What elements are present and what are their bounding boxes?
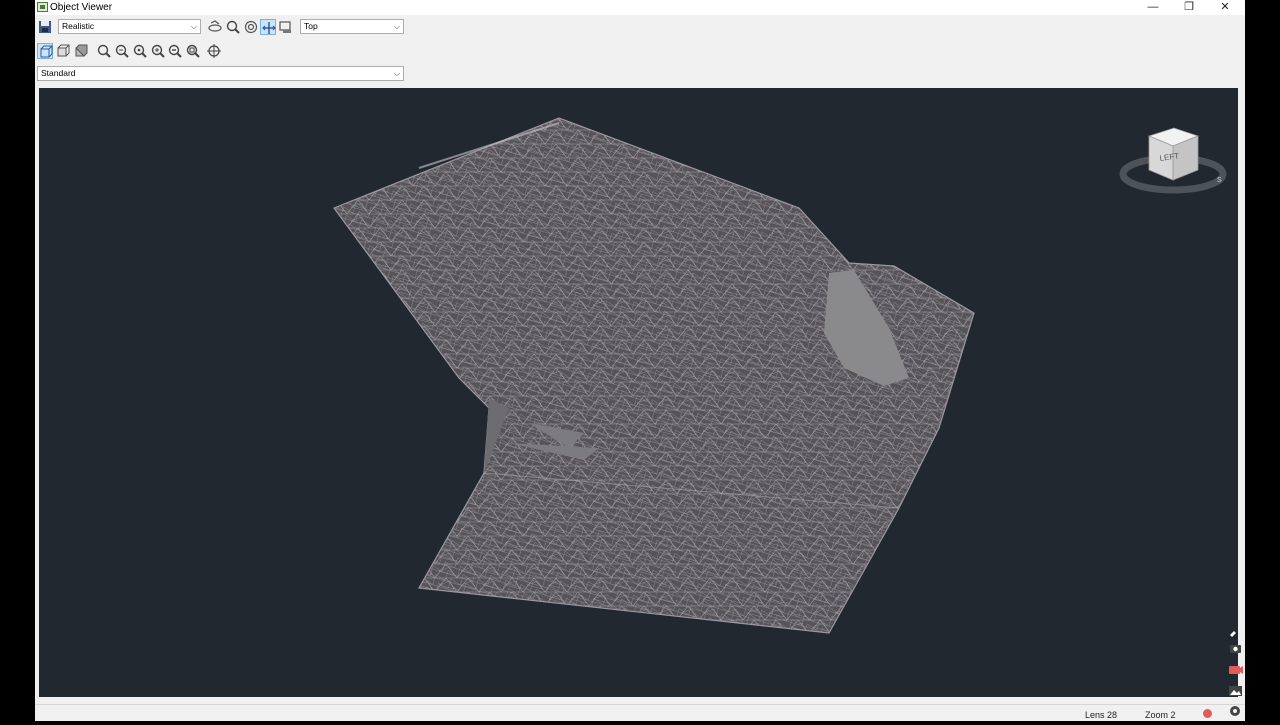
side-tool-strip xyxy=(1226,628,1244,720)
chevron-down-icon: ⌵ xyxy=(393,69,400,78)
viewcube[interactable]: LEFT S xyxy=(1119,127,1227,194)
minimize-button[interactable]: — xyxy=(1135,0,1171,15)
lens-status: Lens 28 xyxy=(1085,710,1118,720)
center-target-icon[interactable] xyxy=(206,43,222,59)
wireframe-box-icon[interactable] xyxy=(37,43,53,59)
shaded-box-icon[interactable] xyxy=(55,43,71,59)
window-title: Object Viewer xyxy=(50,2,113,13)
record-indicator xyxy=(1203,709,1212,718)
zoom-dynamic-icon[interactable] xyxy=(132,43,148,59)
app-icon xyxy=(37,2,48,12)
status-bar: Lens 28 Zoom 2 xyxy=(35,704,1245,721)
terrain-mesh-view: LEFT S xyxy=(333,117,1227,634)
ucs-select[interactable]: Standard ⌵ xyxy=(37,66,404,81)
zoom-extents-icon[interactable] xyxy=(278,19,294,35)
zoom-realtime-icon[interactable] xyxy=(96,43,112,59)
restore-button[interactable]: ❐ xyxy=(1171,0,1207,15)
record-icon[interactable] xyxy=(1229,666,1243,674)
visual-style-select[interactable]: Realistic ⌵ xyxy=(58,19,201,34)
settings-icon[interactable] xyxy=(1230,706,1240,716)
pan-icon[interactable] xyxy=(260,19,276,35)
zoom-window-icon[interactable] xyxy=(243,19,259,35)
save-icon[interactable] xyxy=(37,19,53,35)
zoom-status: Zoom 2 xyxy=(1145,710,1176,720)
pin-icon[interactable] xyxy=(1230,631,1236,637)
zoom-all-icon[interactable] xyxy=(185,43,201,59)
visual-style-value: Realistic xyxy=(62,21,95,31)
chevron-down-icon: ⌵ xyxy=(190,22,197,31)
compass-label: S xyxy=(1217,177,1222,184)
realistic-box-icon[interactable] xyxy=(73,43,89,59)
chevron-down-icon: ⌵ xyxy=(393,22,400,31)
orbit-icon[interactable] xyxy=(207,19,223,35)
view-select[interactable]: Top ⌵ xyxy=(300,19,404,34)
view-value: Top xyxy=(304,21,318,31)
terrain-mesh xyxy=(333,117,975,634)
title-bar: Object Viewer — ❐ ✕ xyxy=(35,0,1245,15)
image-icon[interactable] xyxy=(1229,686,1242,696)
toolbar-row-1: Realistic ⌵ Top ⌵ xyxy=(35,17,435,37)
zoom-previous-icon[interactable] xyxy=(114,43,130,59)
3d-viewport[interactable]: LEFT S xyxy=(39,88,1238,697)
zoom-in-icon[interactable] xyxy=(150,43,166,59)
ucs-value: Standard xyxy=(41,68,76,78)
object-viewer-window: Object Viewer — ❐ ✕ Realistic ⌵ Top ⌵ St… xyxy=(35,0,1245,721)
zoom-icon[interactable] xyxy=(225,19,241,35)
toolbar-row-2 xyxy=(35,41,435,61)
camera-icon[interactable] xyxy=(1230,645,1241,653)
zoom-out-icon[interactable] xyxy=(167,43,183,59)
close-button[interactable]: ✕ xyxy=(1207,0,1243,15)
